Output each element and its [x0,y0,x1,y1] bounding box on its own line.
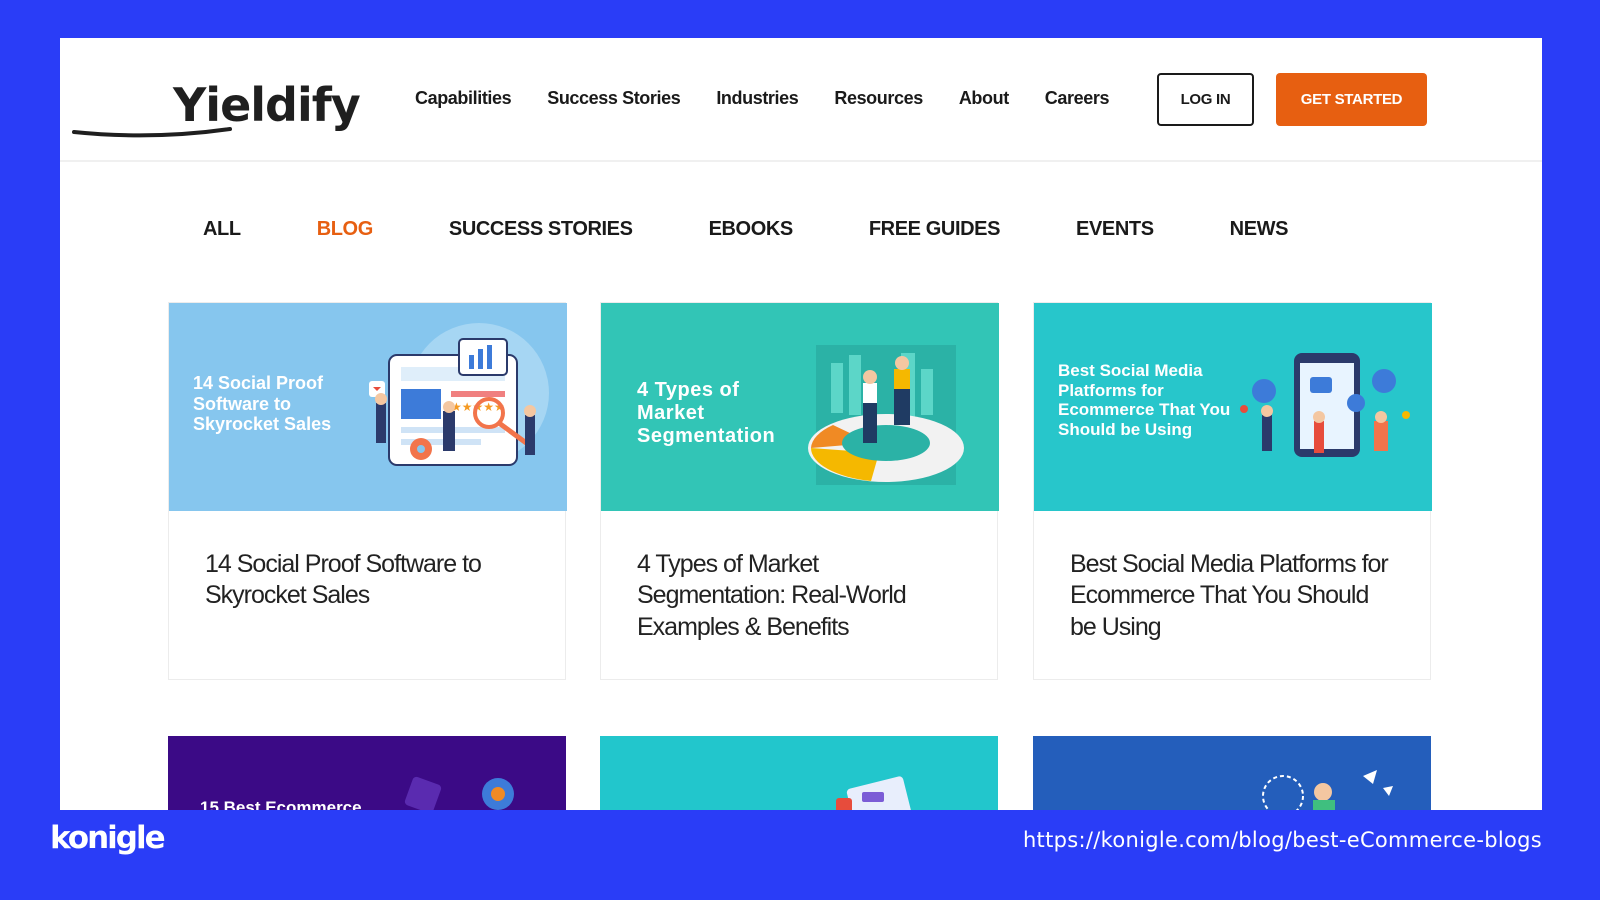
card-body: Best Social Media Platforms for Ecommerc… [1034,511,1430,679]
nav-resources[interactable]: Resources [834,88,923,109]
card-thumbnail[interactable]: ★★★★★ 14 Social Proof Software to Skyroc… [169,303,567,511]
tab-ebooks[interactable]: EBOOKS [709,218,794,241]
tab-success-stories[interactable]: SUCCESS STORIES [449,218,633,241]
site-header: Yieldify Capabilities Success Stories In… [60,38,1542,162]
tab-free-guides[interactable]: FREE GUIDES [869,218,1001,241]
browser-frame: Yieldify Capabilities Success Stories In… [60,38,1542,810]
yieldify-logo[interactable]: Yieldify [173,68,361,132]
card-image-caption: 15 Best Ecommerce [200,798,362,810]
nav-about[interactable]: About [959,88,1009,109]
card-thumbnail[interactable] [600,736,998,810]
blog-card[interactable]: 15 Best Ecommerce [168,736,566,810]
nav-success-stories[interactable]: Success Stories [547,88,680,109]
card-image-caption: Best Social Media Platforms for Ecommerc… [1058,361,1231,439]
login-button[interactable]: LOG IN [1157,73,1254,126]
blog-card[interactable]: 4 Types of Market Segmentation 4 Types o… [600,302,999,680]
logo-swoosh-icon [72,127,232,138]
tab-blog[interactable]: BLOG [317,218,374,241]
card-image-caption: 14 Social Proof Software to Skyrocket Sa… [193,373,332,435]
tab-news[interactable]: NEWS [1230,218,1289,241]
card-thumbnail[interactable]: Best Social Media Platforms for Ecommerc… [1034,303,1432,511]
tab-all[interactable]: ALL [203,218,241,241]
card-thumbnail[interactable] [1033,736,1431,810]
logo-text: Yieldify [173,78,361,132]
card-body: 4 Types of Market Segmentation: Real-Wor… [601,511,997,679]
blog-card[interactable]: ★★★★★ 14 Social Proof Software to Skyroc… [168,302,567,680]
blog-card[interactable]: Best Social Media Platforms for Ecommerc… [1033,302,1432,680]
resource-filter-tabs: ALL BLOG SUCCESS STORIES EBOOKS FREE GUI… [203,218,1288,241]
main-nav: Capabilities Success Stories Industries … [415,88,1145,109]
blog-card[interactable] [600,736,998,810]
card-title[interactable]: 14 Social Proof Software to Skyrocket Sa… [205,549,529,612]
get-started-button[interactable]: GET STARTED [1276,73,1427,126]
card-thumbnail[interactable]: 15 Best Ecommerce [168,736,566,810]
nav-industries[interactable]: Industries [716,88,798,109]
card-image-caption: 4 Types of Market Segmentation [637,379,776,447]
card-thumbnail[interactable]: 4 Types of Market Segmentation [601,303,999,511]
card-body: 14 Social Proof Software to Skyrocket Sa… [169,511,565,679]
marketing-illustration-icon [1262,770,1393,810]
card-title[interactable]: 4 Types of Market Segmentation: Real-Wor… [637,549,961,643]
konigle-logo: konigle [50,820,166,856]
tab-events[interactable]: EVENTS [1076,218,1154,241]
blog-card[interactable] [1033,736,1431,810]
source-url: https://konigle.com/blog/best-eCommerce-… [1022,828,1542,852]
card-title[interactable]: Best Social Media Platforms for Ecommerc… [1070,549,1394,643]
nav-careers[interactable]: Careers [1045,88,1110,109]
crm-illustration-icon [836,776,912,810]
nav-capabilities[interactable]: Capabilities [415,88,512,109]
